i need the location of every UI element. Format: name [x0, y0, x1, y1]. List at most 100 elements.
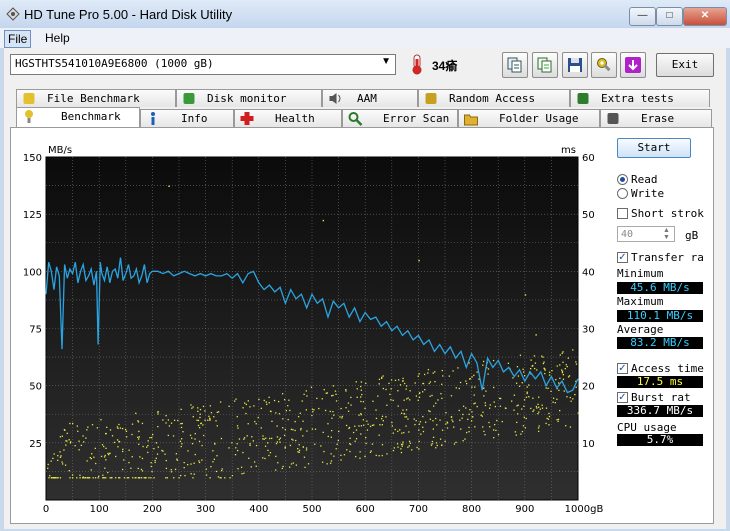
tab-health[interactable]: Health — [234, 109, 342, 127]
tab-disk-monitor[interactable]: Disk monitor — [176, 89, 322, 107]
tab-file-benchmark[interactable]: File Benchmark — [16, 89, 176, 107]
access-point — [79, 477, 81, 479]
access-point — [175, 453, 178, 455]
tab-aam[interactable]: AAM — [322, 89, 418, 107]
access-point — [113, 441, 116, 444]
access-point — [489, 404, 491, 406]
short-stroke-checkbox[interactable] — [617, 208, 628, 219]
access-point — [76, 477, 78, 479]
minimize-button[interactable]: — — [629, 7, 656, 26]
access-point — [269, 451, 272, 454]
access-point — [335, 393, 337, 395]
access-point — [360, 381, 363, 383]
access-point — [241, 473, 243, 475]
save-button[interactable] — [562, 52, 588, 78]
tab-benchmark[interactable]: Benchmark — [16, 107, 140, 128]
access-point — [287, 418, 289, 421]
access-point — [150, 477, 152, 479]
access-point — [538, 406, 540, 408]
access-point — [471, 376, 473, 378]
access-point — [275, 455, 277, 458]
access-point — [184, 474, 186, 477]
access-point — [453, 443, 456, 445]
menu-file[interactable]: File — [4, 30, 32, 48]
menu-help[interactable]: Help — [42, 30, 73, 46]
tab-extra-tests[interactable]: Extra tests — [570, 89, 710, 107]
access-point — [556, 365, 558, 367]
access-point — [400, 412, 403, 414]
access-point — [544, 372, 546, 375]
access-point — [366, 420, 368, 422]
access-point — [240, 466, 243, 468]
tab-info[interactable]: Info — [140, 109, 234, 127]
stroke-spinner[interactable]: ▲ ▼ — [660, 227, 673, 241]
read-radio[interactable] — [617, 174, 628, 185]
access-point — [348, 427, 350, 430]
access-point — [409, 442, 411, 444]
access-point — [305, 447, 308, 449]
exit-button[interactable]: Exit — [656, 53, 714, 77]
access-point — [228, 447, 230, 449]
tab-random-access[interactable]: Random Access — [418, 89, 570, 107]
minimum-value: 45.6 MB/s — [617, 282, 703, 294]
download-button[interactable] — [620, 52, 646, 78]
access-point — [526, 391, 528, 393]
access-point — [492, 429, 495, 431]
access-point — [156, 453, 159, 455]
transfer-rate-checkbox[interactable]: ✓ — [617, 252, 628, 263]
access-point — [574, 393, 576, 396]
access-point — [118, 441, 121, 443]
access-point — [105, 447, 107, 449]
access-point — [337, 439, 340, 442]
access-point — [297, 448, 299, 450]
access-point — [60, 455, 62, 457]
access-point — [460, 428, 462, 430]
access-point — [276, 425, 278, 427]
burst-rate-checkbox[interactable]: ✓ — [617, 392, 628, 403]
access-point — [324, 409, 327, 412]
access-point — [118, 477, 120, 479]
access-point — [365, 436, 367, 439]
tab-erase[interactable]: Erase — [600, 109, 712, 127]
maximize-button[interactable]: □ — [656, 7, 683, 26]
access-point — [354, 440, 356, 442]
access-point — [331, 395, 333, 397]
copy-button[interactable] — [502, 52, 528, 78]
access-point — [439, 438, 442, 440]
start-button[interactable]: Start — [617, 138, 691, 158]
access-point — [519, 354, 522, 356]
access-point — [165, 477, 167, 479]
options-button[interactable] — [591, 52, 617, 78]
tab-error-scan[interactable]: Error Scan — [342, 109, 458, 127]
close-button[interactable]: ✕ — [683, 7, 727, 26]
access-point — [435, 447, 437, 449]
access-point — [314, 428, 317, 430]
tab-folder-usage[interactable]: Folder Usage — [458, 109, 600, 127]
access-point — [91, 424, 94, 426]
access-point — [192, 406, 194, 408]
access-point — [431, 443, 433, 445]
access-point — [61, 463, 64, 465]
access-point — [405, 416, 408, 418]
access-point — [71, 477, 74, 479]
access-point — [151, 433, 154, 436]
access-point — [198, 440, 201, 443]
access-point — [474, 402, 476, 404]
write-radio[interactable] — [617, 188, 628, 199]
copy-all-button[interactable] — [532, 52, 558, 78]
access-point — [499, 405, 502, 407]
access-point — [390, 379, 393, 381]
access-point — [154, 461, 156, 464]
access-point — [420, 433, 422, 435]
access-time-checkbox[interactable]: ✓ — [617, 363, 628, 374]
drive-select[interactable]: HGSTHTS541010A9E6800 (1000 gB) ▼ — [10, 54, 396, 75]
access-point — [487, 368, 490, 370]
access-point — [377, 395, 379, 397]
access-point — [285, 409, 288, 412]
access-point — [281, 393, 284, 395]
x-tick: 100 — [90, 504, 109, 515]
access-point — [213, 458, 216, 460]
transfer-rate-label: Transfer ra — [631, 251, 704, 264]
access-point — [137, 436, 139, 439]
access-point — [483, 430, 485, 433]
